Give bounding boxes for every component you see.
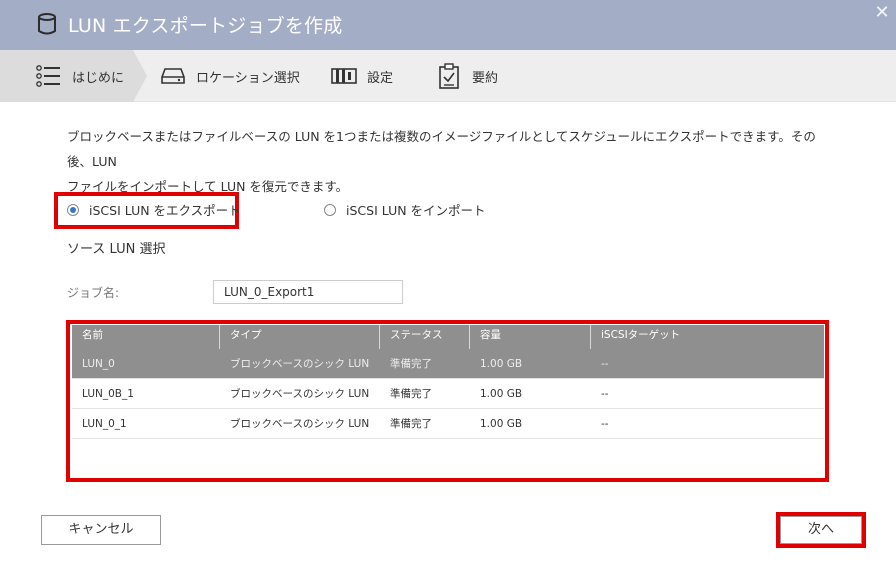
table-row[interactable]: LUN_0B_1 ブロックベースのシック LUN 準備完了 1.00 GB -- <box>72 379 824 409</box>
list-icon <box>36 64 62 88</box>
cell-status: 準備完了 <box>390 358 432 370</box>
export-option-label: iSCSI LUN をエクスポート <box>89 203 241 218</box>
close-icon[interactable]: ✕ <box>874 4 890 22</box>
cell-capacity: 1.00 GB <box>480 358 523 370</box>
job-name-input[interactable] <box>213 280 403 304</box>
step-label: ロケーション選択 <box>196 70 300 86</box>
lun-table: 名前 タイプ ステータス 容量 iSCSIターゲット LUN_0 ブロックベース… <box>72 325 824 477</box>
import-option-label: iSCSI LUN をインポート <box>346 203 486 218</box>
column-header-capacity[interactable]: 容量 <box>470 325 591 349</box>
next-button[interactable]: 次へ <box>780 516 862 544</box>
import-radio[interactable] <box>324 203 336 216</box>
table-row[interactable]: LUN_0 ブロックベースのシック LUN 準備完了 1.00 GB -- <box>72 349 824 379</box>
step-label: はじめに <box>72 70 125 86</box>
cell-target: -- <box>601 388 609 400</box>
description-line: ブロックベースまたはファイルベースの LUN を1つまたは複数のイメージファイル… <box>67 129 816 169</box>
export-option[interactable]: iSCSI LUN をエクスポート <box>67 200 241 219</box>
export-radio[interactable] <box>67 203 79 216</box>
drive-icon <box>160 64 186 88</box>
description: ブロックベースまたはファイルベースの LUN を1つまたは複数のイメージファイル… <box>67 124 827 199</box>
cell-name: LUN_0 <box>82 358 115 370</box>
cell-type: ブロックベースのシック LUN <box>230 388 370 400</box>
section-title: ソース LUN 選択 <box>67 242 166 257</box>
step-settings[interactable]: 設定 <box>331 50 393 102</box>
step-summary[interactable]: 要約 <box>436 50 498 102</box>
cell-name: LUN_0_1 <box>82 418 127 430</box>
column-header-type[interactable]: タイプ <box>220 325 380 349</box>
window-title: LUN エクスポートジョブを作成 <box>68 15 343 37</box>
cancel-button[interactable]: キャンセル <box>41 515 161 545</box>
cell-target: -- <box>601 418 609 430</box>
step-label: 設定 <box>367 70 394 86</box>
step-introduction[interactable]: はじめに <box>0 50 147 102</box>
title-bar: LUN エクスポートジョブを作成 ✕ <box>0 0 896 50</box>
import-option[interactable]: iSCSI LUN をインポート <box>324 200 486 219</box>
step-label: 要約 <box>472 70 499 86</box>
job-name-label: ジョブ名: <box>67 286 120 300</box>
settings-panel-icon <box>331 64 357 88</box>
step-location[interactable]: ロケーション選択 <box>160 50 300 102</box>
cell-name: LUN_0B_1 <box>82 388 134 400</box>
cell-status: 準備完了 <box>390 388 432 400</box>
wizard-steps: はじめに ロケーション選択 設定 要約 <box>0 50 896 102</box>
table-header: 名前 タイプ ステータス 容量 iSCSIターゲット <box>72 325 824 349</box>
column-header-target[interactable]: iSCSIターゲット <box>591 325 824 349</box>
cell-type: ブロックベースのシック LUN <box>230 358 370 370</box>
clipboard-check-icon <box>436 63 462 89</box>
column-header-name[interactable]: 名前 <box>72 325 220 349</box>
table-row[interactable]: LUN_0_1 ブロックベースのシック LUN 準備完了 1.00 GB -- <box>72 409 824 439</box>
cell-target: -- <box>601 358 609 370</box>
column-header-status[interactable]: ステータス <box>380 325 470 349</box>
cell-type: ブロックベースのシック LUN <box>230 418 370 430</box>
cell-capacity: 1.00 GB <box>480 418 523 430</box>
database-icon <box>38 13 56 35</box>
cell-status: 準備完了 <box>390 418 432 430</box>
cell-capacity: 1.00 GB <box>480 388 523 400</box>
